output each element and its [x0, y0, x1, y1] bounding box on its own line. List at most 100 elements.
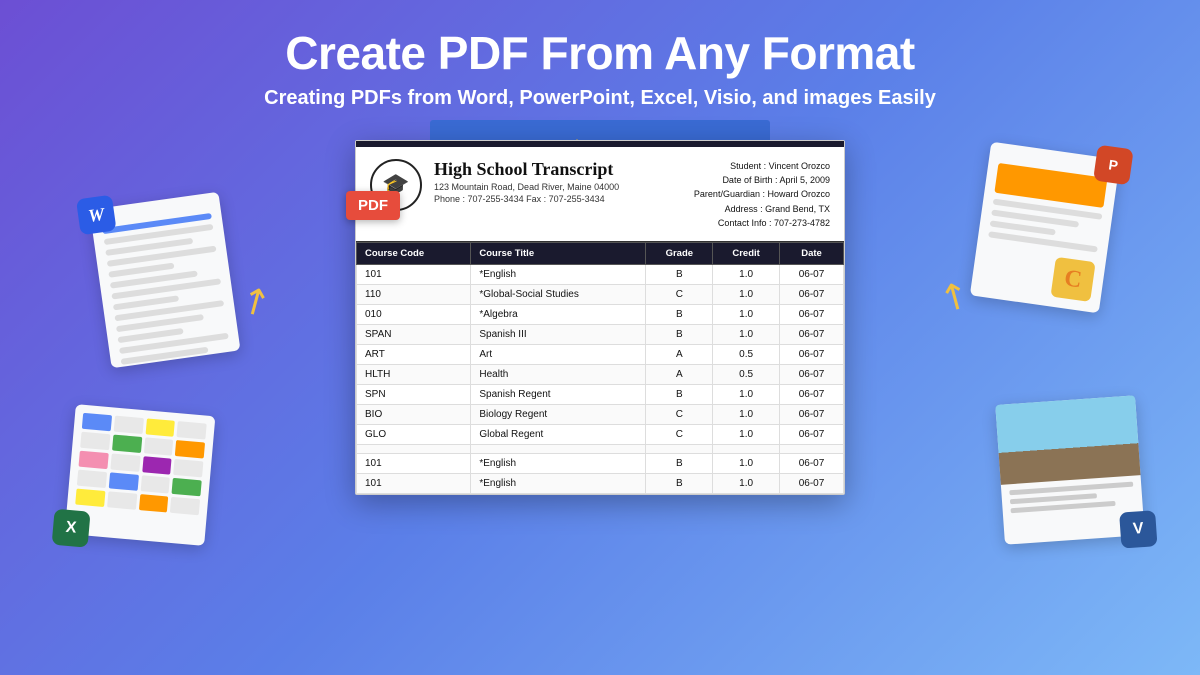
col-header-credit: Credit: [713, 242, 780, 264]
student-info: Student : Vincent Orozco Date of Birth :…: [694, 159, 830, 231]
c-icon: C: [1050, 256, 1095, 301]
table-cell-credit: 0.5: [713, 364, 780, 384]
table-cell-grade: B: [646, 384, 713, 404]
excel-cell: [82, 412, 112, 430]
ppt-document-card: P C: [970, 141, 1120, 313]
excel-cell: [177, 421, 207, 439]
col-header-grade: Grade: [646, 242, 713, 264]
table-row: SPANSpanish IIIB1.006-07: [357, 324, 844, 344]
excel-cell: [143, 437, 173, 455]
hero-title: Create PDF From Any Format: [0, 28, 1200, 79]
table-cell-title: *English: [471, 473, 646, 493]
doc-line: [1009, 481, 1133, 495]
student-dob: Date of Birth : April 5, 2009: [694, 173, 830, 187]
excel-cell: [108, 472, 138, 490]
table-cell-grade: A: [646, 344, 713, 364]
table-row: ARTArtA0.506-07: [357, 344, 844, 364]
table-cell-grade: A: [646, 364, 713, 384]
table-cell-grade: B: [646, 264, 713, 284]
excel-cell: [142, 456, 172, 474]
table-cell-credit: 1.0: [713, 453, 780, 473]
content-area: ↗ ↓ ↗ W X: [0, 120, 1200, 610]
table-row: [357, 444, 844, 453]
table-cell-title: [471, 444, 646, 453]
visio-image: [995, 395, 1140, 485]
table-cell-credit: 0.5: [713, 344, 780, 364]
ppt-icon: P: [1093, 144, 1134, 185]
table-cell-code: SPN: [357, 384, 471, 404]
table-cell-title: Spanish III: [471, 324, 646, 344]
table-row: BIOBiology RegentC1.006-07: [357, 404, 844, 424]
table-cell-grade: C: [646, 284, 713, 304]
transcript-table: Course Code Course Title Grade Credit Da…: [356, 242, 844, 494]
table-cell-grade: [646, 444, 713, 453]
table-row: 101*EnglishB1.006-07: [357, 264, 844, 284]
table-cell-grade: C: [646, 424, 713, 444]
excel-cell: [145, 418, 175, 436]
pdf-top-section: 🎓 High School Transcript 123 Mountain Ro…: [356, 147, 844, 242]
student-contact: Contact Info : 707-273-4782: [694, 216, 830, 230]
table-cell-credit: 1.0: [713, 404, 780, 424]
table-row: 101*EnglishB1.006-07: [357, 453, 844, 473]
table-row: SPNSpanish RegentB1.006-07: [357, 384, 844, 404]
student-name: Student : Vincent Orozco: [694, 159, 830, 173]
arrow-left-icon: ↗: [232, 275, 279, 326]
excel-cell: [173, 459, 203, 477]
table-cell-grade: B: [646, 473, 713, 493]
table-cell-code: GLO: [357, 424, 471, 444]
table-cell-date: 06-07: [780, 344, 844, 364]
table-cell-credit: 1.0: [713, 473, 780, 493]
hero-section: Create PDF From Any Format Creating PDFs…: [0, 0, 1200, 110]
excel-cell: [113, 415, 143, 433]
pdf-document: PDF 🎓 High School Transcript 123 Mountai…: [355, 140, 845, 495]
table-row: 101*EnglishB1.006-07: [357, 473, 844, 493]
table-cell-grade: B: [646, 304, 713, 324]
table-row: 110*Global-Social StudiesC1.006-07: [357, 284, 844, 304]
table-cell-code: 010: [357, 304, 471, 324]
table-cell-title: Spanish Regent: [471, 384, 646, 404]
table-cell-title: Biology Regent: [471, 404, 646, 424]
table-header-row: Course Code Course Title Grade Credit Da…: [357, 242, 844, 264]
table-cell-credit: 1.0: [713, 284, 780, 304]
visio-icon: V: [1119, 510, 1157, 548]
word-icon: W: [76, 194, 117, 235]
table-row: 010*AlgebraB1.006-07: [357, 304, 844, 324]
hero-subtitle: Creating PDFs from Word, PowerPoint, Exc…: [0, 87, 1200, 110]
school-phone: Phone : 707-255-3434 Fax : 707-255-3434: [434, 194, 682, 204]
table-cell-date: 06-07: [780, 264, 844, 284]
table-cell-grade: C: [646, 404, 713, 424]
excel-grid: [67, 404, 216, 524]
table-cell-code: HLTH: [357, 364, 471, 384]
student-parent: Parent/Guardian : Howard Orozco: [694, 187, 830, 201]
school-info: High School Transcript 123 Mountain Road…: [434, 159, 682, 204]
doc-line: [988, 231, 1098, 252]
col-header-title: Course Title: [471, 242, 646, 264]
excel-cell: [75, 488, 105, 506]
col-header-date: Date: [780, 242, 844, 264]
table-cell-date: 06-07: [780, 404, 844, 424]
table-cell-code: BIO: [357, 404, 471, 424]
table-cell-credit: [713, 444, 780, 453]
student-address: Address : Grand Bend, TX: [694, 202, 830, 216]
table-cell-date: 06-07: [780, 453, 844, 473]
table-cell-title: *Global-Social Studies: [471, 284, 646, 304]
table-cell-date: 06-07: [780, 364, 844, 384]
table-cell-credit: 1.0: [713, 324, 780, 344]
table-cell-code: [357, 444, 471, 453]
excel-document-card: X: [65, 404, 216, 546]
table-cell-title: Health: [471, 364, 646, 384]
table-cell-date: 06-07: [780, 304, 844, 324]
table-cell-title: Global Regent: [471, 424, 646, 444]
transcript-title: High School Transcript: [434, 159, 682, 180]
table-row: HLTHHealthA0.506-07: [357, 364, 844, 384]
school-address: 123 Mountain Road, Dead River, Maine 040…: [434, 182, 682, 192]
table-cell-date: [780, 444, 844, 453]
excel-cell: [80, 431, 110, 449]
table-cell-title: Art: [471, 344, 646, 364]
table-cell-credit: 1.0: [713, 424, 780, 444]
visio-document-card: V: [995, 395, 1144, 544]
excel-cell: [110, 453, 140, 471]
table-cell-date: 06-07: [780, 424, 844, 444]
table-cell-credit: 1.0: [713, 384, 780, 404]
table-cell-date: 06-07: [780, 473, 844, 493]
